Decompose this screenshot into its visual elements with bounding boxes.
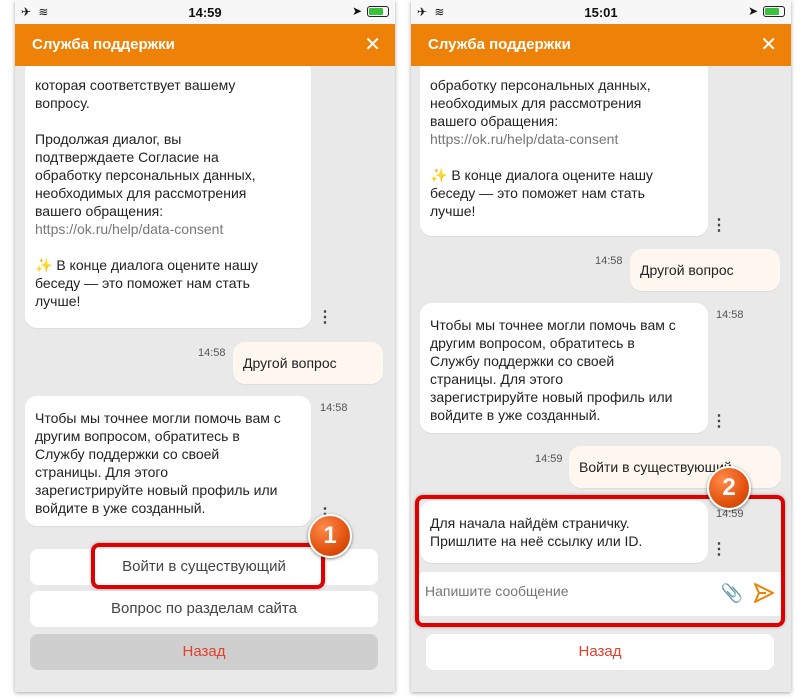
back-button[interactable]: Назад bbox=[30, 634, 378, 670]
more-icon[interactable]: ⋮ bbox=[317, 310, 333, 326]
status-right: ➤ bbox=[352, 4, 389, 18]
message-tail: В конце диалога оцените нашу беседу — эт… bbox=[35, 257, 258, 309]
support-message: Чтобы мы точнее могли помочь вам с други… bbox=[420, 303, 708, 433]
screen-2: ✈ ≋ 15:01 ➤ Служба поддержки ✕ обработку… bbox=[411, 0, 791, 692]
location-icon: ➤ bbox=[747, 4, 758, 18]
message-time: 14:59 bbox=[535, 453, 563, 465]
status-bar: ✈ ≋ 15:01 ➤ bbox=[411, 0, 791, 24]
sparkle-icon: ✨ bbox=[430, 167, 448, 183]
message-text: Чтобы мы точнее могли помочь вам с други… bbox=[35, 410, 281, 516]
step-badge: 1 bbox=[308, 514, 352, 558]
user-message: Другой вопрос bbox=[233, 342, 383, 384]
message-text: Другой вопрос bbox=[640, 262, 734, 278]
message-text: Чтобы мы точнее могли помочь вам с други… bbox=[430, 317, 676, 423]
screen-1: ✈ ≋ 14:59 ➤ Служба поддержки ✕ которая с… bbox=[15, 0, 395, 692]
more-icon[interactable]: ⋮ bbox=[711, 414, 727, 430]
message-text: которая соответствует вашему вопросу. Пр… bbox=[35, 77, 256, 219]
consent-link[interactable]: https://ok.ru/help/data-consent bbox=[430, 130, 698, 148]
support-message: обработку персональных данных, необходим… bbox=[420, 66, 708, 236]
highlight-frame bbox=[91, 543, 325, 589]
consent-link[interactable]: https://ok.ru/help/data-consent bbox=[35, 220, 301, 238]
highlight-frame bbox=[415, 495, 785, 627]
close-icon[interactable]: ✕ bbox=[760, 32, 777, 57]
status-bar: ✈ ≋ 14:59 ➤ bbox=[15, 0, 395, 24]
support-message: которая соответствует вашему вопросу. Пр… bbox=[25, 66, 311, 328]
message-text: Другой вопрос bbox=[243, 355, 337, 371]
step-badge: 2 bbox=[707, 466, 751, 510]
support-message: Чтобы мы точнее могли помочь вам с други… bbox=[25, 396, 311, 526]
message-time: 14:58 bbox=[716, 309, 744, 321]
battery-icon bbox=[367, 5, 389, 17]
status-time: 14:59 bbox=[188, 5, 222, 20]
message-time: 14:58 bbox=[320, 402, 348, 414]
message-time: 14:58 bbox=[198, 347, 226, 359]
chat-title: Служба поддержки bbox=[428, 36, 571, 53]
status-time: 15:01 bbox=[584, 5, 618, 20]
chat-header: Служба поддержки ✕ bbox=[15, 24, 395, 66]
status-right: ➤ bbox=[748, 4, 785, 18]
location-icon: ➤ bbox=[351, 4, 362, 18]
more-icon[interactable]: ⋮ bbox=[711, 218, 727, 234]
chat-header: Служба поддержки ✕ bbox=[411, 24, 791, 66]
site-sections-button[interactable]: Вопрос по разделам сайта bbox=[30, 591, 378, 627]
user-message: Другой вопрос bbox=[630, 249, 780, 291]
close-icon[interactable]: ✕ bbox=[364, 32, 381, 57]
chat-title: Служба поддержки bbox=[32, 36, 175, 53]
sparkle-icon: ✨ bbox=[35, 257, 53, 273]
message-time: 14:58 bbox=[595, 255, 623, 267]
message-text: обработку персональных данных, необходим… bbox=[430, 77, 651, 129]
message-tail: В конце диалога оцените нашу беседу — эт… bbox=[430, 167, 653, 219]
back-button[interactable]: Назад bbox=[426, 634, 774, 670]
battery-icon bbox=[763, 5, 785, 17]
